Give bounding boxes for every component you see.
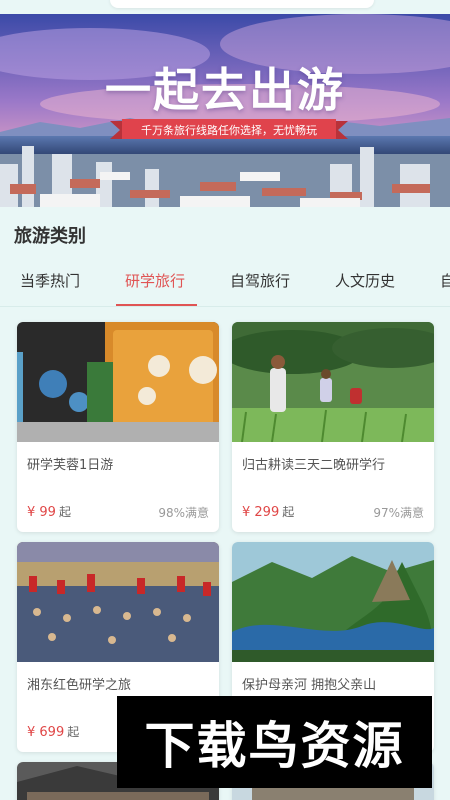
product-name: 研学芙蓉1日游 (27, 458, 114, 473)
product-card[interactable]: 归古耕读三天二晚研学行 ¥ 299 起 97%满意 (232, 322, 434, 532)
tabs-divider (0, 306, 450, 307)
price-unit: 起 (58, 505, 71, 519)
price-value: ¥ 99 (27, 505, 56, 520)
price-unit: 起 (67, 725, 80, 739)
product-name: 湘东红色研学之旅 (27, 678, 132, 693)
product-card[interactable]: 研学芙蓉1日游 ¥ 99 起 98%满意 (17, 322, 219, 532)
product-price: ¥ 99 起 (27, 503, 71, 520)
category-tabs: 当季热门 研学旅行 自驾旅行 人文历史 自 (0, 258, 450, 306)
red-flag-crowd-image (17, 542, 219, 662)
search-bar[interactable] (110, 0, 374, 8)
banner-ribbon: 千万条旅行线路任你选择，无忧畅玩 (110, 119, 348, 141)
promo-banner[interactable]: 一起去出游 千万条旅行线路任你选择，无忧畅玩 (0, 14, 450, 207)
watermark-overlay: 下载鸟资源 (117, 696, 432, 788)
river-mountain-image (232, 542, 434, 662)
tab-partial[interactable]: 自 (440, 270, 450, 291)
product-price: ¥ 299 起 (242, 503, 294, 520)
tab-study-travel[interactable]: 研学旅行 (125, 270, 185, 291)
tab-self-driving[interactable]: 自驾旅行 (230, 270, 290, 291)
satisfaction-rate: 98%满意 (158, 506, 209, 520)
watermark-text: 下载鸟资源 (144, 717, 405, 775)
section-title: 旅游类别 (14, 226, 86, 247)
tab-humanities-history[interactable]: 人文历史 (335, 270, 395, 291)
banner-subtitle: 千万条旅行线路任你选择，无忧畅玩 (141, 124, 317, 137)
museum-exhibit-image (17, 322, 219, 442)
product-name: 保护母亲河 拥抱父亲山 (242, 678, 377, 693)
child-farm-image (232, 322, 434, 442)
tab-seasonal-hot[interactable]: 当季热门 (20, 270, 80, 291)
price-value: ¥ 299 (242, 505, 280, 520)
product-name: 归古耕读三天二晚研学行 (242, 458, 386, 473)
satisfaction-rate: 97%满意 (373, 506, 424, 520)
banner-title: 一起去出游 (105, 63, 345, 117)
product-price: ¥ 699 起 (27, 723, 79, 740)
price-value: ¥ 699 (27, 725, 65, 740)
price-unit: 起 (282, 505, 295, 519)
